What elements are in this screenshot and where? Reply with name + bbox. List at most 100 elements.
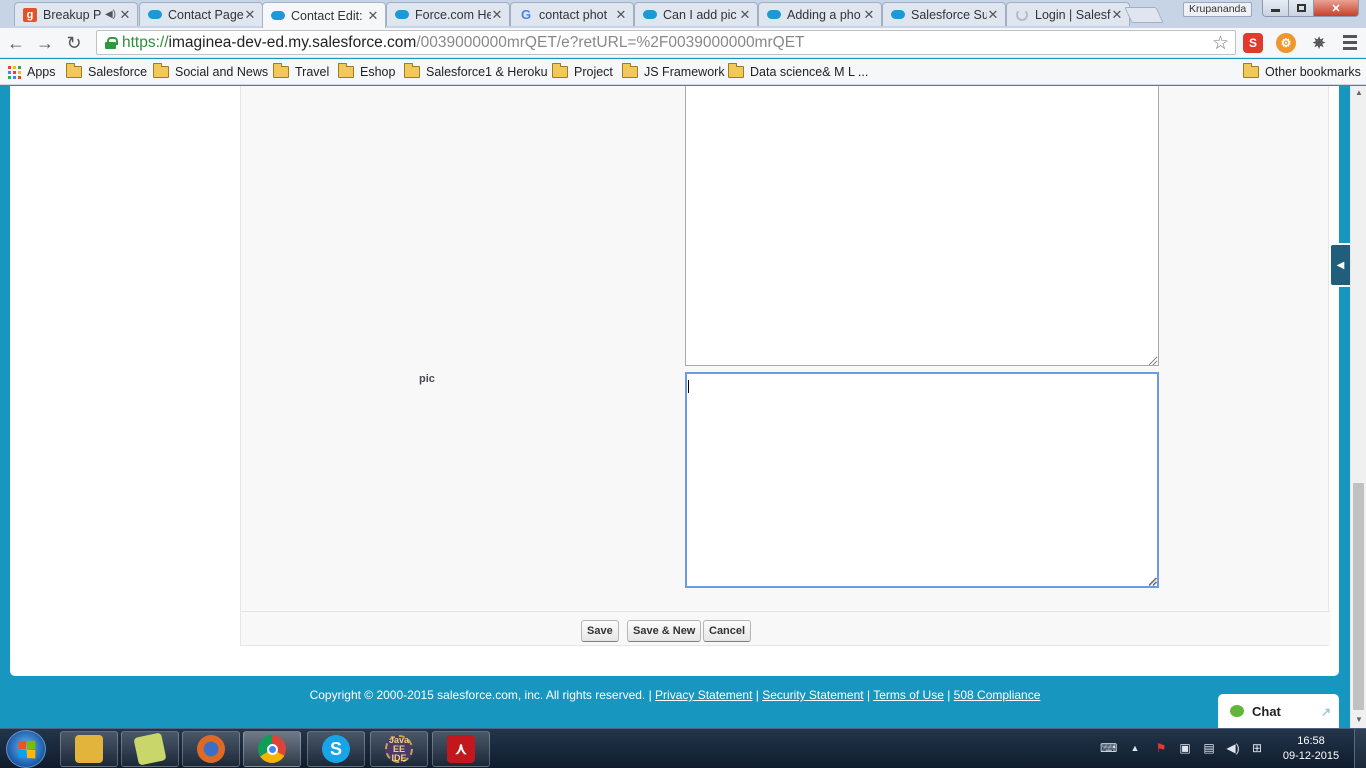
tab-can-i-add-pic[interactable]: Can I add pic ✕ bbox=[634, 2, 758, 26]
privacy-statement-link[interactable]: Privacy Statement bbox=[655, 688, 752, 702]
action-center-flag-icon[interactable]: ⚑ bbox=[1154, 741, 1168, 755]
taskbar-file-explorer[interactable] bbox=[60, 731, 118, 767]
sidebar-collapse-tab[interactable]: ◀ bbox=[1329, 243, 1350, 287]
keyboard-icon[interactable]: ⌨ bbox=[1100, 741, 1117, 755]
bookmark-folder-other[interactable]: Other bookmarks bbox=[1243, 62, 1361, 82]
tab-login-salesforce[interactable]: Login | Salesf ✕ bbox=[1006, 2, 1130, 26]
page-footer: Copyright © 2000-2015 salesforce.com, in… bbox=[309, 688, 1041, 702]
taskbar-acrobat[interactable]: ⋏ bbox=[432, 731, 490, 767]
resize-grip-icon[interactable] bbox=[1149, 357, 1157, 365]
show-desktop-button[interactable] bbox=[1354, 729, 1366, 768]
save-and-new-button[interactable]: Save & New bbox=[627, 620, 702, 642]
chat-widget[interactable]: Chat ↗ bbox=[1218, 694, 1339, 728]
tab-title: Adding a pho bbox=[787, 7, 861, 22]
bookmark-folder-travel[interactable]: Travel bbox=[273, 62, 329, 82]
tab-close-icon[interactable]: ✕ bbox=[1111, 8, 1123, 21]
tab-breakup[interactable]: g Breakup P ◀) ✕ bbox=[14, 2, 138, 26]
taskbar-firefox[interactable] bbox=[182, 731, 240, 767]
bookmark-folder-salesforce1-heroku[interactable]: Salesforce1 & Heroku bbox=[404, 62, 548, 82]
firefox-icon bbox=[197, 735, 225, 763]
tab-adding-a-photo[interactable]: Adding a pho ✕ bbox=[758, 2, 882, 26]
pic-textarea[interactable] bbox=[685, 372, 1159, 588]
forward-button[interactable]: → bbox=[33, 32, 57, 54]
salesforce-cloud-icon bbox=[643, 8, 657, 22]
system-clock[interactable]: 16:58 09-12-2015 bbox=[1276, 734, 1346, 764]
folder-icon bbox=[338, 63, 354, 78]
windows-logo-icon bbox=[18, 739, 35, 759]
tab-force-help[interactable]: Force.com He ✕ bbox=[386, 2, 510, 26]
browser-menu-button[interactable] bbox=[1342, 33, 1358, 51]
show-hidden-icons-arrow-icon[interactable]: ▲ bbox=[1128, 741, 1142, 755]
extension-s-icon[interactable]: S bbox=[1243, 33, 1263, 53]
scroll-down-arrow-icon[interactable]: ▼ bbox=[1351, 713, 1366, 727]
extension-bug-icon[interactable]: ✵ bbox=[1309, 33, 1329, 53]
expand-arrow-icon[interactable]: ↗ bbox=[1321, 705, 1331, 719]
loading-spinner-icon bbox=[1015, 8, 1029, 22]
save-button[interactable]: Save bbox=[581, 620, 619, 642]
tab-close-icon[interactable]: ✕ bbox=[244, 8, 256, 21]
cancel-button[interactable]: Cancel bbox=[703, 620, 752, 642]
508-compliance-link[interactable]: 508 Compliance bbox=[954, 688, 1041, 702]
tab-title: Force.com He bbox=[415, 7, 491, 22]
windows-flag-tray-icon[interactable]: ⊞ bbox=[1250, 741, 1264, 755]
tab-title: Contact Edit: bbox=[291, 8, 363, 23]
tab-close-icon[interactable]: ✕ bbox=[367, 9, 379, 22]
bookmark-folder-eshop[interactable]: Eshop bbox=[338, 62, 395, 82]
restore-icon bbox=[1296, 4, 1306, 12]
network-icon[interactable]: ▤ bbox=[1202, 741, 1216, 755]
tab-salesforce-success[interactable]: Salesforce Su ✕ bbox=[882, 2, 1006, 26]
reload-button[interactable]: ↻ bbox=[62, 32, 86, 54]
minimize-button[interactable] bbox=[1262, 0, 1289, 17]
taskbar-sticky-notes[interactable] bbox=[121, 731, 179, 767]
bookmark-folder-social-news[interactable]: Social and News bbox=[153, 62, 268, 82]
start-button[interactable] bbox=[6, 730, 46, 768]
tab-title: Breakup P bbox=[43, 7, 102, 22]
resize-grip-icon[interactable] bbox=[1149, 578, 1157, 586]
scrollbar-thumb[interactable] bbox=[1353, 483, 1364, 710]
tab-close-icon[interactable]: ✕ bbox=[739, 8, 751, 21]
tab-close-icon[interactable]: ✕ bbox=[863, 8, 875, 21]
bookmark-apps[interactable]: Apps bbox=[8, 62, 56, 82]
contact-edit-form: pic Save Save & New Cancel bbox=[240, 86, 1330, 646]
bookmark-folder-salesforce[interactable]: Salesforce bbox=[66, 62, 147, 82]
page-viewport: pic Save Save & New Cancel ◀ Copyright ©… bbox=[0, 86, 1350, 728]
volume-icon[interactable]: ◀) bbox=[1226, 741, 1240, 755]
page-scrollbar[interactable]: ▲ ▼ bbox=[1350, 86, 1366, 728]
restore-button[interactable] bbox=[1288, 0, 1314, 17]
bookmark-folder-data-science[interactable]: Data science& M L ... bbox=[728, 62, 868, 82]
back-button[interactable]: ← bbox=[4, 32, 28, 54]
tab-close-icon[interactable]: ✕ bbox=[119, 8, 131, 21]
tab-title: contact phot bbox=[539, 7, 608, 22]
tab-contact-edit[interactable]: Contact Edit: ✕ bbox=[262, 2, 386, 28]
folder-icon bbox=[153, 63, 169, 78]
text-caret bbox=[688, 380, 689, 393]
taskbar-java-ee-ide[interactable]: Java EE IDE bbox=[370, 731, 428, 767]
profile-button[interactable]: Krupananda bbox=[1183, 2, 1253, 17]
taskbar-skype[interactable]: S bbox=[307, 731, 365, 767]
new-tab-button[interactable] bbox=[1124, 7, 1164, 23]
folder-icon bbox=[66, 63, 82, 78]
folder-icon bbox=[1243, 63, 1259, 78]
tab-close-icon[interactable]: ✕ bbox=[987, 8, 999, 21]
bookmark-star-icon[interactable]: ☆ bbox=[1212, 32, 1229, 55]
tab-close-icon[interactable]: ✕ bbox=[615, 8, 627, 21]
device-icon[interactable]: ▣ bbox=[1178, 741, 1192, 755]
taskbar-chrome[interactable] bbox=[243, 731, 301, 767]
apps-grid-icon bbox=[8, 65, 21, 79]
description-textarea[interactable] bbox=[685, 86, 1159, 366]
tab-close-icon[interactable]: ✕ bbox=[491, 8, 503, 21]
tab-contact-page[interactable]: Contact Page ✕ bbox=[139, 2, 263, 26]
chrome-icon bbox=[258, 735, 286, 763]
bookmark-folder-js-framework[interactable]: JS Framework bbox=[622, 62, 725, 82]
triangle-left-icon: ◀ bbox=[1336, 259, 1345, 271]
tab-title: Contact Page bbox=[168, 7, 244, 22]
url-text[interactable]: https://imaginea-dev-ed.my.salesforce.co… bbox=[122, 34, 805, 52]
address-bar[interactable]: https://imaginea-dev-ed.my.salesforce.co… bbox=[96, 30, 1236, 55]
bookmark-folder-project[interactable]: Project bbox=[552, 62, 613, 82]
tab-google-search[interactable]: G contact phot ✕ bbox=[510, 2, 634, 26]
close-window-button[interactable]: ✕ bbox=[1313, 0, 1359, 17]
extension-gear-icon[interactable]: ⚙ bbox=[1276, 33, 1296, 53]
scroll-up-arrow-icon[interactable]: ▲ bbox=[1351, 86, 1366, 100]
security-statement-link[interactable]: Security Statement bbox=[762, 688, 863, 702]
terms-of-use-link[interactable]: Terms of Use bbox=[873, 688, 944, 702]
